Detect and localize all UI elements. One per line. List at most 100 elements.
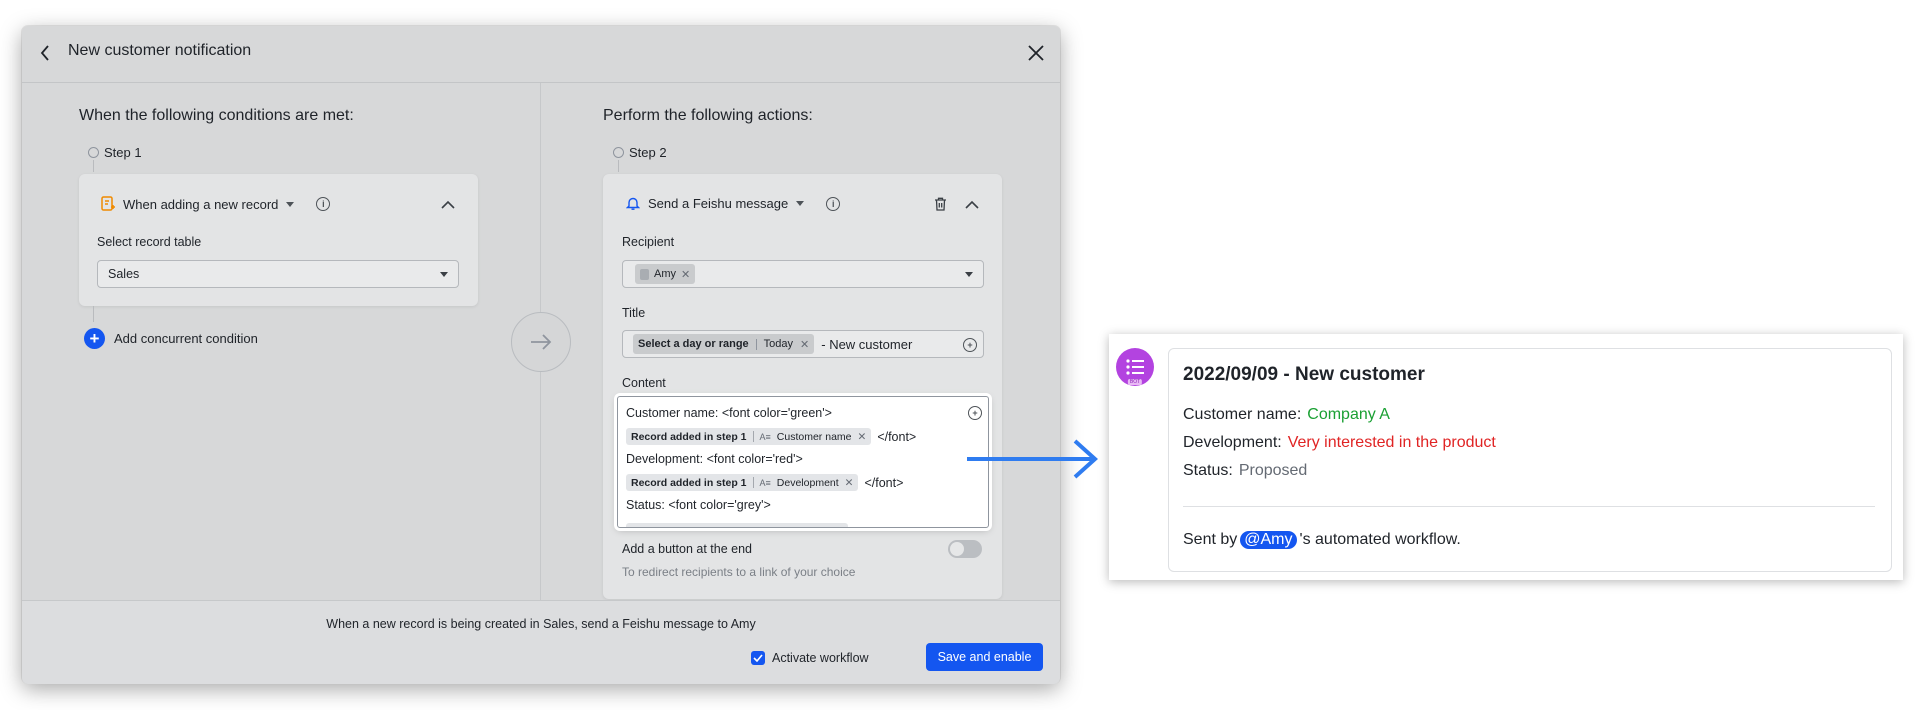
record-table-value: Sales xyxy=(108,267,140,281)
action-header[interactable]: Send a Feishu message i xyxy=(626,196,841,211)
chevron-down-icon xyxy=(440,272,448,277)
remove-tag-icon[interactable]: ✕ xyxy=(681,268,690,281)
step-dot-icon xyxy=(88,147,99,158)
date-tag-value: Today xyxy=(763,338,794,350)
text-field-icon: A≡ xyxy=(759,431,771,442)
content-line-1: Customer name: <font color='green'> xyxy=(626,406,832,420)
user-avatar-icon xyxy=(640,268,649,280)
footer-suffix: 's automated workflow. xyxy=(1299,531,1461,548)
row-value-red: Very interested in the product xyxy=(1287,434,1496,451)
add-condition-button[interactable]: + Add concurrent condition xyxy=(84,328,258,349)
step-1-text: Step 1 xyxy=(104,145,142,160)
message-row: Customer name: Company A xyxy=(1183,406,1390,424)
step-connector-2 xyxy=(93,306,94,322)
step-connector xyxy=(93,160,94,172)
trash-icon[interactable] xyxy=(932,196,948,212)
title-input[interactable]: Select a day or range Today ✕ - New cust… xyxy=(622,330,984,358)
title-label: Title xyxy=(622,306,646,320)
conditions-heading: When the following conditions are met: xyxy=(79,107,354,124)
collapse-icon[interactable] xyxy=(963,197,981,211)
footer-prefix: Sent by xyxy=(1183,531,1238,548)
close-icon[interactable] xyxy=(1024,41,1048,65)
row-label: Status: xyxy=(1183,462,1233,479)
step-2-text: Step 2 xyxy=(629,145,667,160)
trigger-dropdown-icon[interactable] xyxy=(286,201,295,207)
message-title: 2022/09/09 - New customer xyxy=(1183,364,1425,385)
content-editor[interactable]: + Customer name: <font color='green'> Re… xyxy=(617,396,989,528)
date-variable-tag: Select a day or range Today ✕ xyxy=(633,334,815,354)
content-text: </font> xyxy=(877,429,917,444)
add-button-toggle[interactable] xyxy=(948,540,982,558)
row-label: Customer name: xyxy=(1183,406,1302,423)
save-enable-button[interactable]: Save and enable xyxy=(926,643,1043,671)
back-icon[interactable] xyxy=(34,42,56,64)
step-1-label: Step 1 xyxy=(88,145,142,160)
workflow-summary: When a new record is being created in Sa… xyxy=(326,617,756,631)
add-condition-label: Add concurrent condition xyxy=(114,331,258,346)
tag-separator xyxy=(752,431,754,442)
add-variable-icon[interactable]: + xyxy=(963,338,977,352)
step-2-label: Step 2 xyxy=(613,145,667,160)
row-value-green: Company A xyxy=(1307,406,1390,423)
plus-icon: + xyxy=(84,328,105,349)
button-option-hint: To redirect recipients to a link of your… xyxy=(622,565,856,579)
row-value-grey: Proposed xyxy=(1238,462,1308,479)
content-text: Customer name: <font color='green'> xyxy=(626,406,832,420)
recipient-label: Recipient xyxy=(622,235,675,249)
row-label: Development: xyxy=(1183,434,1282,451)
bot-badge: BOT xyxy=(1127,379,1143,385)
action-label: Send a Feishu message xyxy=(648,196,789,211)
bot-list-icon xyxy=(1126,359,1144,375)
content-line-3: Development: <font color='red'> xyxy=(626,452,803,466)
step-connector-3 xyxy=(618,160,619,172)
record-tag-step: Record added in step 1 xyxy=(631,476,747,489)
record-tag-field: Customer name xyxy=(776,430,852,443)
message-row: Development: Very interested in the produ… xyxy=(1183,434,1496,452)
remove-tag-icon[interactable]: ✕ xyxy=(858,431,867,443)
message-divider xyxy=(1183,506,1875,507)
record-table-select[interactable]: Sales xyxy=(97,260,459,288)
preview-arrow-icon xyxy=(967,439,1098,479)
content-text: Development: <font color='red'> xyxy=(626,452,803,466)
trigger-label: When adding a new record xyxy=(123,196,279,212)
flow-arrow-icon xyxy=(511,312,571,372)
table-field-label: Select record table xyxy=(97,235,202,249)
bell-icon xyxy=(626,197,640,210)
content-text: </font> xyxy=(864,475,904,490)
record-tag-field: Development xyxy=(776,476,839,489)
modal-title: New customer notification xyxy=(68,42,252,59)
title-suffix-text: - New customer xyxy=(821,336,913,352)
content-line-5: Status: <font color='grey'> xyxy=(626,498,771,512)
date-tag-key: Select a day or range xyxy=(638,338,749,350)
record-field-tag-partial xyxy=(626,523,848,527)
tag-separator xyxy=(755,338,757,350)
activate-checkbox[interactable] xyxy=(751,651,765,665)
remove-tag-icon[interactable]: ✕ xyxy=(845,477,854,489)
recipient-select[interactable]: Amy ✕ xyxy=(622,260,984,288)
collapse-icon[interactable] xyxy=(439,197,457,211)
recipient-tag-text: Amy xyxy=(654,268,676,280)
modal-header: New customer notification xyxy=(22,26,1060,83)
text-field-icon: A≡ xyxy=(759,477,771,488)
action-dropdown-icon[interactable] xyxy=(796,201,805,206)
chevron-down-icon xyxy=(965,272,973,277)
record-field-tag: Record added in step 1 A≡ Customer name … xyxy=(626,428,872,445)
content-label: Content xyxy=(622,376,666,390)
step-dot-icon xyxy=(613,147,624,158)
message-footer: Sent by @Amy's automated workflow. xyxy=(1183,531,1461,549)
add-variable-icon[interactable]: + xyxy=(968,406,982,420)
user-mention[interactable]: @Amy xyxy=(1240,531,1297,549)
trigger-header[interactable]: When adding a new record i xyxy=(101,196,331,212)
recipient-tag: Amy ✕ xyxy=(635,264,696,284)
info-icon[interactable]: i xyxy=(826,196,841,211)
content-line-4: Record added in step 1 A≡ Development ✕ … xyxy=(626,474,903,491)
remove-tag-icon[interactable]: ✕ xyxy=(800,338,809,351)
info-icon[interactable]: i xyxy=(316,197,331,211)
content-text: Status: <font color='grey'> xyxy=(626,498,771,512)
actions-heading: Perform the following actions: xyxy=(603,107,813,124)
button-option-label: Add a button at the end xyxy=(622,542,752,556)
content-line-2: Record added in step 1 A≡ Customer name … xyxy=(626,428,916,445)
tag-separator xyxy=(752,477,754,488)
message-row: Status: Proposed xyxy=(1183,462,1307,480)
record-add-icon xyxy=(101,196,115,211)
